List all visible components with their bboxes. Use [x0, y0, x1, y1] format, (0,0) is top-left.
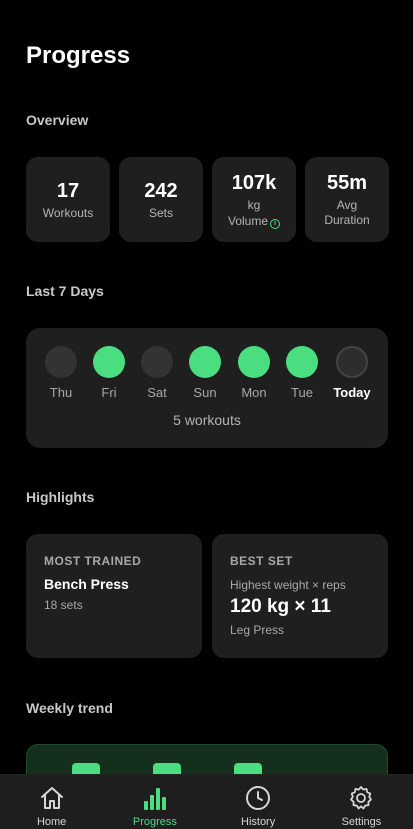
exercise-name: Bench Press [44, 576, 129, 592]
day-fri: Fri [89, 346, 129, 400]
best-set-caption: Highest weight × reps [230, 578, 346, 592]
day-indicator [238, 346, 270, 378]
highlights-heading: Highlights [26, 489, 95, 505]
stat-card-duration[interactable]: 55m Avg Duration [305, 157, 389, 242]
bar-chart-icon [143, 788, 166, 810]
day-sat: Sat [137, 346, 177, 400]
stat-value: 242 [144, 179, 178, 202]
clock-icon [246, 786, 271, 810]
day-mon: Mon [234, 346, 274, 400]
stat-label: Sets [148, 205, 173, 220]
gear-icon [350, 786, 373, 810]
overview-heading: Overview [26, 112, 89, 128]
day-indicator [141, 346, 173, 378]
stat-card-sets[interactable]: 242 Sets [119, 157, 203, 242]
stat-unit: kg [247, 197, 261, 212]
nav-label: Home [36, 816, 67, 828]
day-label: Sun [193, 385, 217, 400]
day-today: Today [332, 346, 372, 400]
stat-card-workouts[interactable]: 17 Workouts [26, 157, 110, 242]
stat-value: 55m [326, 172, 368, 194]
info-icon[interactable]: i [270, 218, 281, 229]
stat-label: Workouts [42, 205, 94, 220]
last-7-days-card[interactable]: Thu Fri Sat Sun Mon Tue Today 5 workouts [26, 328, 388, 448]
stat-value: 107k [231, 171, 277, 194]
page-title: Progress [26, 42, 131, 69]
day-indicator [93, 346, 125, 378]
most-trained-card[interactable]: MOST TRAINED Bench Press 18 sets [26, 534, 202, 658]
day-label: Today [333, 385, 371, 400]
day-indicator [45, 346, 77, 378]
home-icon [40, 787, 63, 809]
day-sun: Sun [185, 346, 225, 400]
day-indicator [286, 346, 318, 378]
nav-history[interactable]: History [207, 775, 310, 829]
bottom-nav: Home Progress History Settings [0, 774, 413, 829]
day-label: Thu [49, 385, 73, 400]
stat-label-line2: Duration [324, 213, 370, 227]
best-set-exercise: Leg Press [230, 623, 285, 637]
progress-screen: Progress Overview 17 Workouts 242 Sets 1… [0, 0, 413, 829]
nav-label: History [241, 816, 276, 828]
day-tue: Tue [282, 346, 322, 400]
day-label: Mon [241, 385, 267, 400]
day-thu: Thu [41, 346, 81, 400]
stat-label-line1: Avg [336, 198, 358, 212]
stat-label-row: Volume i [227, 213, 281, 229]
last-7-days-heading: Last 7 Days [26, 283, 104, 299]
nav-progress[interactable]: Progress [103, 775, 206, 829]
best-set-value: 120 kg × 11 [230, 596, 331, 617]
nav-settings[interactable]: Settings [310, 775, 413, 829]
day-label: Tue [291, 385, 313, 400]
stat-value: 17 [56, 179, 80, 202]
nav-label: Settings [341, 816, 382, 828]
stat-label: Volume [227, 213, 269, 228]
card-kicker: MOST TRAINED [44, 554, 142, 568]
card-kicker: BEST SET [230, 554, 293, 568]
day-label: Fri [101, 385, 117, 400]
nav-label: Progress [132, 816, 177, 828]
day-label: Sat [147, 385, 167, 400]
best-set-card[interactable]: BEST SET Highest weight × reps 120 kg × … [212, 534, 388, 658]
nav-home[interactable]: Home [0, 775, 103, 829]
stat-card-volume[interactable]: 107k kg Volume i [212, 157, 296, 242]
day-indicator [189, 346, 221, 378]
weekly-trend-heading: Weekly trend [26, 700, 113, 716]
day-indicator [336, 346, 368, 378]
workouts-summary: 5 workouts [173, 412, 241, 428]
exercise-detail: 18 sets [44, 598, 83, 612]
